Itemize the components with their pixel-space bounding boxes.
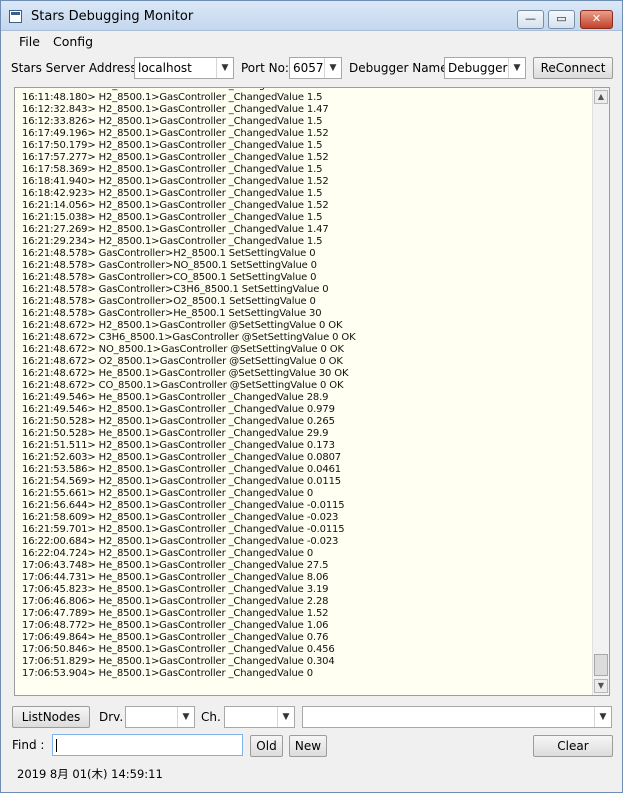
log-view[interactable]: 16:11:41.197> H2_8500.1>GasController _C…: [14, 87, 610, 696]
log-line: 16:21:27.269> H2_8500.1>GasController _C…: [22, 224, 329, 235]
ch-combo[interactable]: ▼: [224, 706, 295, 728]
log-lines: 16:11:41.197> H2_8500.1>GasController _C…: [22, 88, 356, 680]
log-line: 17:06:53.904> He_8500.1>GasController _C…: [22, 668, 313, 679]
log-scrollbar[interactable]: ▲ ▼: [592, 88, 609, 695]
log-line: 16:17:49.196> H2_8500.1>GasController _C…: [22, 128, 329, 139]
server-address-value: localhost: [138, 61, 192, 75]
server-address-combo[interactable]: localhost ▼: [134, 57, 234, 79]
log-line: 16:21:52.603> H2_8500.1>GasController _C…: [22, 452, 342, 463]
log-line: 17:06:51.829> He_8500.1>GasController _C…: [22, 656, 335, 667]
command-combo[interactable]: ▼: [302, 706, 612, 728]
log-line: 17:06:44.731> He_8500.1>GasController _C…: [22, 572, 329, 583]
old-button[interactable]: Old: [250, 735, 283, 757]
log-line: 17:06:49.864> He_8500.1>GasController _C…: [22, 632, 329, 643]
log-line: 16:22:00.684> H2_8500.1>GasController _C…: [22, 536, 339, 547]
log-line: 16:21:48.672> H2_8500.1>GasController @S…: [22, 320, 343, 331]
log-line: 16:21:59.701> H2_8500.1>GasController _C…: [22, 524, 345, 535]
log-line: 16:21:58.609> H2_8500.1>GasController _C…: [22, 512, 339, 523]
clear-button[interactable]: Clear: [533, 735, 613, 757]
log-line: 16:11:48.180> H2_8500.1>GasController _C…: [22, 92, 323, 103]
text-caret: [56, 739, 57, 752]
log-line: 16:21:48.672> O2_8500.1>GasController @S…: [22, 356, 343, 367]
log-line: 17:06:46.806> He_8500.1>GasController _C…: [22, 596, 329, 607]
scroll-down-icon[interactable]: ▼: [594, 679, 608, 693]
log-line: 16:21:54.569> H2_8500.1>GasController _C…: [22, 476, 342, 487]
chevron-down-icon[interactable]: ▼: [177, 707, 194, 727]
drv-label: Drv.: [99, 710, 124, 724]
chevron-down-icon[interactable]: ▼: [277, 707, 294, 727]
debugger-name-value: Debugger: [448, 61, 508, 75]
log-line: 16:17:58.369> H2_8500.1>GasController _C…: [22, 164, 323, 175]
minimize-button[interactable]: —: [517, 10, 544, 29]
log-line: 16:21:48.578> GasController>He_8500.1 Se…: [22, 308, 322, 319]
reconnect-button[interactable]: ReConnect: [533, 57, 613, 79]
ch-label: Ch.: [201, 710, 221, 724]
close-button[interactable]: ✕: [580, 10, 613, 29]
log-line: 17:06:50.846> He_8500.1>GasController _C…: [22, 644, 335, 655]
log-line: 16:22:04.724> H2_8500.1>GasController _C…: [22, 548, 314, 559]
port-label: Port No:: [241, 61, 289, 75]
log-line: 16:21:48.578> GasController>O2_8500.1 Se…: [22, 296, 316, 307]
log-line: 17:06:43.748> He_8500.1>GasController _C…: [22, 560, 329, 571]
debugger-name-label: Debugger Name: [349, 61, 448, 75]
chevron-down-icon[interactable]: ▼: [594, 707, 611, 727]
title-bar[interactable]: Stars Debugging Monitor — ▭ ✕: [1, 1, 622, 31]
log-line: 16:21:48.578> GasController>CO_8500.1 Se…: [22, 272, 317, 283]
maximize-button[interactable]: ▭: [548, 10, 575, 29]
log-line: 17:06:48.772> He_8500.1>GasController _C…: [22, 620, 329, 631]
port-combo[interactable]: 6057 ▼: [289, 57, 342, 79]
scroll-thumb[interactable]: [594, 654, 608, 676]
chevron-down-icon[interactable]: ▼: [508, 58, 525, 78]
log-line: 16:21:48.578> GasController>H2_8500.1 Se…: [22, 248, 316, 259]
log-line: 17:06:47.789> He_8500.1>GasController _C…: [22, 608, 329, 619]
chevron-down-icon[interactable]: ▼: [324, 58, 341, 78]
log-line: 16:21:49.546> He_8500.1>GasController _C…: [22, 392, 329, 403]
app-window: Stars Debugging Monitor — ▭ ✕ File Confi…: [0, 0, 623, 793]
log-line: 16:12:32.843> H2_8500.1>GasController _C…: [22, 104, 329, 115]
status-datetime: 2019 8月 01(木) 14:59:11: [17, 767, 163, 781]
log-line: 16:12:33.826> H2_8500.1>GasController _C…: [22, 116, 323, 127]
log-line: 16:21:48.672> NO_8500.1>GasController @S…: [22, 344, 344, 355]
log-line: 16:21:14.056> H2_8500.1>GasController _C…: [22, 200, 329, 211]
log-line: 16:18:41.940> H2_8500.1>GasController _C…: [22, 176, 329, 187]
log-line: 16:21:51.511> H2_8500.1>GasController _C…: [22, 440, 335, 451]
log-line: 16:21:48.578> GasController>NO_8500.1 Se…: [22, 260, 317, 271]
menu-bar: File Config: [1, 32, 622, 52]
log-line: 16:21:55.661> H2_8500.1>GasController _C…: [22, 488, 314, 499]
log-line: 16:17:57.277> H2_8500.1>GasController _C…: [22, 152, 329, 163]
debugger-name-combo[interactable]: Debugger ▼: [444, 57, 526, 79]
log-line: 16:18:42.923> H2_8500.1>GasController _C…: [22, 188, 323, 199]
window-title: Stars Debugging Monitor: [31, 9, 194, 24]
log-line: 16:21:48.672> He_8500.1>GasController @S…: [22, 368, 349, 379]
find-input[interactable]: [52, 734, 243, 756]
log-line: 17:06:45.823> He_8500.1>GasController _C…: [22, 584, 329, 595]
menu-config[interactable]: Config: [53, 34, 93, 49]
new-button[interactable]: New: [289, 735, 327, 757]
log-line: 16:17:50.179> H2_8500.1>GasController _C…: [22, 140, 323, 151]
menu-file[interactable]: File: [19, 34, 40, 49]
log-line: 16:21:15.038> H2_8500.1>GasController _C…: [22, 212, 323, 223]
app-icon: [9, 10, 22, 23]
log-line: 16:21:29.234> H2_8500.1>GasController _C…: [22, 236, 323, 247]
port-value: 6057: [293, 61, 324, 75]
drv-combo[interactable]: ▼: [125, 706, 195, 728]
log-line: 16:21:49.546> H2_8500.1>GasController _C…: [22, 404, 335, 415]
scroll-up-icon[interactable]: ▲: [594, 90, 608, 104]
log-line: 16:21:56.644> H2_8500.1>GasController _C…: [22, 500, 345, 511]
server-address-label: Stars Server Address:: [11, 61, 141, 75]
log-line: 16:21:48.578> GasController>C3H6_8500.1 …: [22, 284, 329, 295]
log-line: 16:21:53.586> H2_8500.1>GasController _C…: [22, 464, 342, 475]
chevron-down-icon[interactable]: ▼: [216, 58, 233, 78]
find-label: Find :: [12, 738, 45, 752]
log-line: 16:21:50.528> He_8500.1>GasController _C…: [22, 428, 329, 439]
log-line: 16:21:48.672> C3H6_8500.1>GasController …: [22, 332, 356, 343]
log-line: 16:21:50.528> H2_8500.1>GasController _C…: [22, 416, 335, 427]
log-line: 16:21:48.672> CO_8500.1>GasController @S…: [22, 380, 344, 391]
listnodes-button[interactable]: ListNodes: [12, 706, 90, 728]
